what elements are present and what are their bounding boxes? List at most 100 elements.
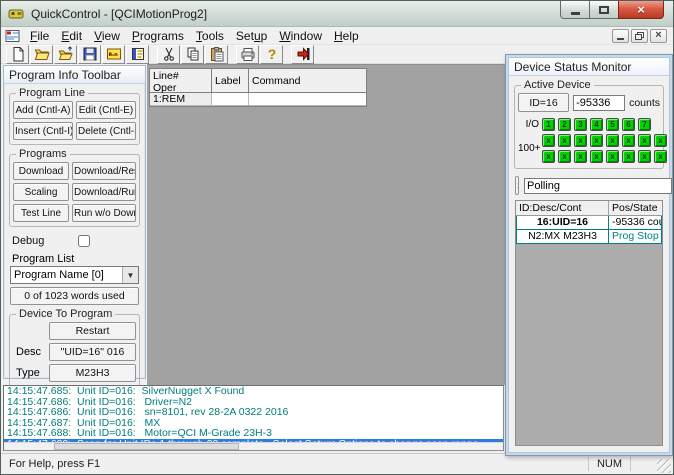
- io-button[interactable]: 1: [542, 118, 555, 131]
- io-button[interactable]: x: [654, 150, 667, 163]
- counts-input[interactable]: [573, 95, 625, 111]
- type-value-button[interactable]: M23H3: [49, 364, 136, 382]
- save-button[interactable]: [78, 45, 101, 64]
- restart-button[interactable]: Restart: [49, 322, 136, 340]
- maximize-button[interactable]: [590, 1, 618, 19]
- scrollbar-thumb[interactable]: [54, 443, 239, 450]
- print-button[interactable]: [236, 45, 259, 64]
- log-line[interactable]: 14:15:47.685: Unit ID=016: SilverNugget …: [4, 386, 503, 397]
- io-button[interactable]: x: [622, 134, 635, 147]
- status-separator: [630, 457, 631, 471]
- io-button[interactable]: 2: [558, 118, 571, 131]
- log-line[interactable]: 14:15:47.686: Unit ID=016: sn=8101, rev …: [4, 407, 503, 418]
- io-button[interactable]: 4: [590, 118, 603, 131]
- program-list-combobox[interactable]: Program Name [0] ▼: [10, 266, 139, 284]
- menu-item[interactable]: Window: [273, 28, 328, 44]
- io-button[interactable]: x: [558, 150, 571, 163]
- device-row[interactable]: N2:MX M23H3 Prog Stop: [516, 229, 662, 244]
- io-button[interactable]: x: [542, 134, 555, 147]
- io-button[interactable]: x: [638, 150, 651, 163]
- io-button[interactable]: x: [590, 150, 603, 163]
- column-header-command[interactable]: Command: [249, 69, 366, 93]
- menu-item[interactable]: Setup: [230, 28, 273, 44]
- open-file-button[interactable]: [30, 45, 53, 64]
- mdi-close-button[interactable]: ×: [650, 29, 667, 43]
- svg-text:?: ?: [267, 46, 276, 62]
- program-line-button[interactable]: Edit (Cntl-E): [76, 101, 136, 119]
- programs-button[interactable]: Scaling: [13, 183, 69, 201]
- document-icon: [5, 29, 21, 43]
- debug-checkbox[interactable]: [78, 235, 90, 247]
- device-status-monitor-panel: Device Status Monitor Active Device ID=1…: [505, 54, 673, 456]
- new-file-button[interactable]: [6, 45, 29, 64]
- cell-command[interactable]: [249, 93, 366, 106]
- chevron-down-icon[interactable]: ▼: [122, 267, 138, 283]
- column-header-pos-state[interactable]: Pos/State: [609, 201, 662, 216]
- log-line[interactable]: 14:15:47.688: Unit ID=016: Motor=QCI M-G…: [4, 428, 503, 439]
- desc-value-button[interactable]: "UID=16" 016: [49, 343, 136, 361]
- device-row[interactable]: 16:UID=16 -95336 counts: [516, 215, 662, 230]
- program-line-button[interactable]: Delete (Cntl-D): [76, 122, 136, 140]
- horizontal-scrollbar[interactable]: [4, 442, 503, 450]
- open-program-button[interactable]: [54, 45, 77, 64]
- panel-caption[interactable]: Device Status Monitor: [509, 58, 669, 76]
- io-button[interactable]: x: [590, 134, 603, 147]
- close-button[interactable]: ×: [618, 1, 664, 19]
- mdi-restore-button[interactable]: [631, 29, 648, 43]
- minimize-button[interactable]: [560, 1, 590, 19]
- polling-status-field[interactable]: [524, 178, 672, 194]
- title-bar[interactable]: QuickControl - [QCIMotionProg2] ×: [1, 1, 673, 27]
- menu-item[interactable]: Edit: [55, 28, 88, 44]
- io-button[interactable]: x: [574, 134, 587, 147]
- words-used-button[interactable]: 0 of 1023 words used: [10, 287, 139, 305]
- stop-polling-button[interactable]: Stop Polling: [515, 176, 519, 195]
- menu-item[interactable]: Tools: [190, 28, 230, 44]
- io-button[interactable]: 6: [622, 118, 635, 131]
- menu-item[interactable]: Programs: [126, 28, 190, 44]
- column-header-label[interactable]: Label: [212, 69, 249, 93]
- program-row[interactable]: 1:REM: [150, 93, 366, 106]
- cell-label[interactable]: [212, 93, 249, 106]
- io-button[interactable]: x: [558, 134, 571, 147]
- column-header-id-desc[interactable]: ID:Desc/Cont: [516, 201, 609, 216]
- program-list-button[interactable]: [126, 45, 149, 64]
- column-header-line-oper[interactable]: Line# Oper: [150, 69, 212, 93]
- cut-button[interactable]: [157, 45, 180, 64]
- programs-button[interactable]: Download/Run: [72, 183, 136, 201]
- program-line-button[interactable]: Insert (Cntl-I): [13, 122, 73, 140]
- io-button[interactable]: x: [638, 134, 651, 147]
- io-row-2: xxxxxxxx: [542, 134, 667, 147]
- programs-button[interactable]: Run w/o Download: [72, 204, 136, 222]
- io-button[interactable]: x: [654, 134, 667, 147]
- help-button[interactable]: ?: [260, 45, 283, 64]
- menu-item[interactable]: View: [88, 28, 126, 44]
- io-button[interactable]: x: [606, 150, 619, 163]
- active-device-id-button[interactable]: ID=16: [518, 93, 569, 112]
- programs-button[interactable]: Download/Restart: [72, 162, 136, 180]
- close-icon: ×: [655, 30, 661, 41]
- io-button[interactable]: 7: [638, 118, 651, 131]
- device-to-program-group: Device To Program Restart Desc "UID=16" …: [9, 314, 140, 387]
- toolbar-separator: [150, 45, 157, 64]
- io-button[interactable]: x: [622, 150, 635, 163]
- paste-button[interactable]: [205, 45, 228, 64]
- panel-caption[interactable]: Program Info Toolbar: [4, 66, 145, 84]
- resize-grip[interactable]: [657, 459, 671, 473]
- io-button[interactable]: x: [542, 150, 555, 163]
- device-list: ID:Desc/Cont Pos/State 16:UID=16 -95336 …: [515, 200, 663, 446]
- programs-button[interactable]: Test Line: [13, 204, 69, 222]
- program-line-button[interactable]: Add (Cntl-A): [13, 101, 73, 119]
- menu-item[interactable]: Help: [328, 28, 365, 44]
- io-button[interactable]: x: [574, 150, 587, 163]
- copy-button[interactable]: [181, 45, 204, 64]
- kill-motion-button[interactable]: [291, 45, 314, 64]
- register-watch-button[interactable]: [102, 45, 125, 64]
- menu-item[interactable]: File: [24, 28, 55, 44]
- cell-oper[interactable]: 1:REM: [150, 93, 212, 106]
- io-button[interactable]: 5: [606, 118, 619, 131]
- io-button[interactable]: 3: [574, 118, 587, 131]
- io-button[interactable]: x: [606, 134, 619, 147]
- programs-button[interactable]: Download: [13, 162, 69, 180]
- application-window: QuickControl - [QCIMotionProg2] × FileEd…: [0, 0, 674, 475]
- mdi-minimize-button[interactable]: [612, 29, 629, 43]
